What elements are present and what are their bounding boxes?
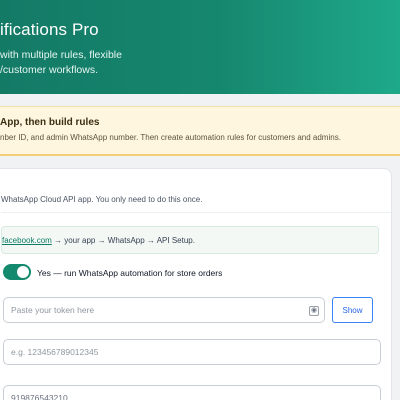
automation-toggle[interactable] xyxy=(3,264,31,280)
access-token-field[interactable]: ◉ xyxy=(3,297,325,323)
app-title: ifications Pro xyxy=(0,20,99,39)
toggle-knob xyxy=(17,266,29,278)
card-divider xyxy=(1,212,391,213)
show-token-button[interactable]: Show xyxy=(332,297,373,323)
admin-whatsapp-input[interactable] xyxy=(4,386,380,400)
app-subtitle: with multiple rules, flexible /customer … xyxy=(0,48,150,78)
phone-number-id-field[interactable] xyxy=(3,339,381,365)
admin-whatsapp-field[interactable] xyxy=(3,385,381,400)
notice-text: nber ID, and admin WhatsApp number. Then… xyxy=(0,133,341,142)
api-settings-card: WhatsApp Cloud API app. You only need to… xyxy=(0,168,392,400)
facebook-developers-link[interactable]: facebook.com xyxy=(2,236,52,245)
setup-path-text: → your app → WhatsApp → API Setup. xyxy=(54,236,195,245)
card-description: WhatsApp Cloud API app. You only need to… xyxy=(1,195,203,204)
eye-icon[interactable]: ◉ xyxy=(309,306,319,316)
setup-notice: App, then build rules nber ID, and admin… xyxy=(0,106,400,156)
access-token-input[interactable] xyxy=(4,298,324,322)
phone-number-id-input[interactable] xyxy=(4,340,380,364)
notice-title: App, then build rules xyxy=(0,117,100,128)
setup-help-box: facebook.com → your app → WhatsApp → API… xyxy=(1,226,379,254)
app-subtitle-line-1: with multiple rules, flexible xyxy=(0,49,122,61)
app-subtitle-line-2: /customer workflows. xyxy=(0,64,99,76)
automation-toggle-label: Yes — run WhatsApp automation for store … xyxy=(37,268,223,278)
hero-banner: ifications Pro with multiple rules, flex… xyxy=(0,0,400,94)
